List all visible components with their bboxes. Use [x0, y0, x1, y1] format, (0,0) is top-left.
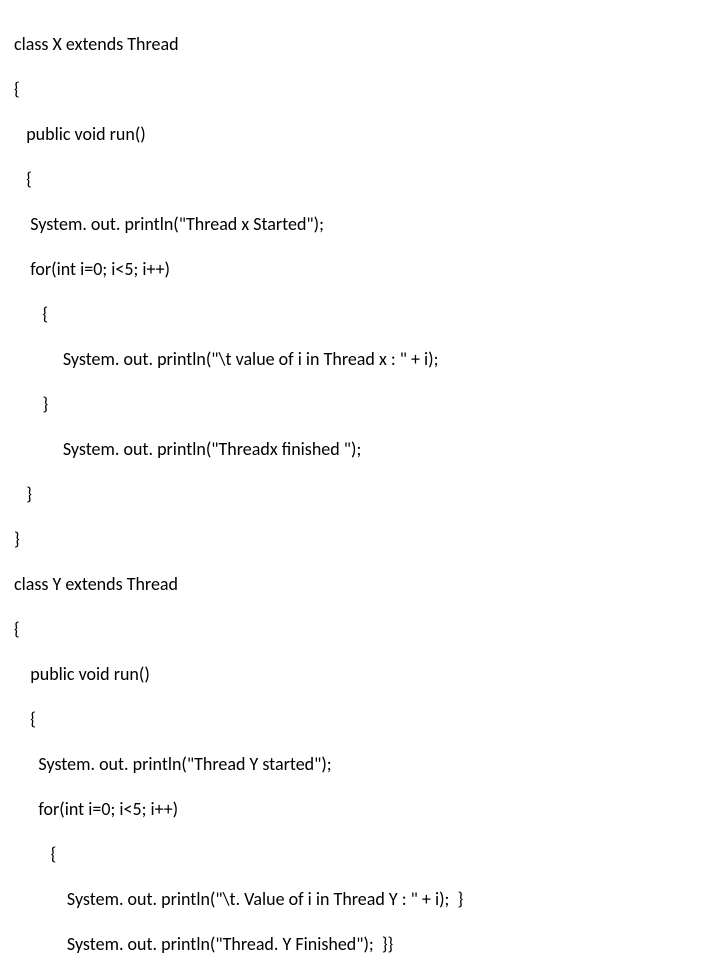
code-line: System. out. println("Thread Y started")…: [14, 753, 706, 776]
code-line: public void run(): [14, 663, 706, 686]
code-line: System. out. println("\t. Value of i in …: [14, 888, 706, 911]
code-line: {: [14, 303, 706, 326]
code-line: {: [14, 168, 706, 191]
code-line: System. out. println("Thread x Started")…: [14, 213, 706, 236]
code-line: System. out. println("Thread. Y Finished…: [14, 933, 706, 956]
code-line: {: [14, 618, 706, 641]
code-line: for(int i=0; i<5; i++): [14, 798, 706, 821]
code-line: {: [14, 843, 706, 866]
code-line: public void run(): [14, 123, 706, 146]
code-line: class X extends Thread: [14, 33, 706, 56]
code-line: for(int i=0; i<5; i++): [14, 258, 706, 281]
code-line: System. out. println("Threadx finished "…: [14, 438, 706, 461]
code-line: }: [14, 393, 706, 416]
code-line: {: [14, 708, 706, 731]
code-block: class X extends Thread { public void run…: [14, 10, 706, 978]
code-line: class Y extends Thread: [14, 573, 706, 596]
code-line: }: [14, 528, 706, 551]
code-line: }: [14, 483, 706, 506]
code-line: System. out. println("\t value of i in T…: [14, 348, 706, 371]
code-line: {: [14, 78, 706, 101]
